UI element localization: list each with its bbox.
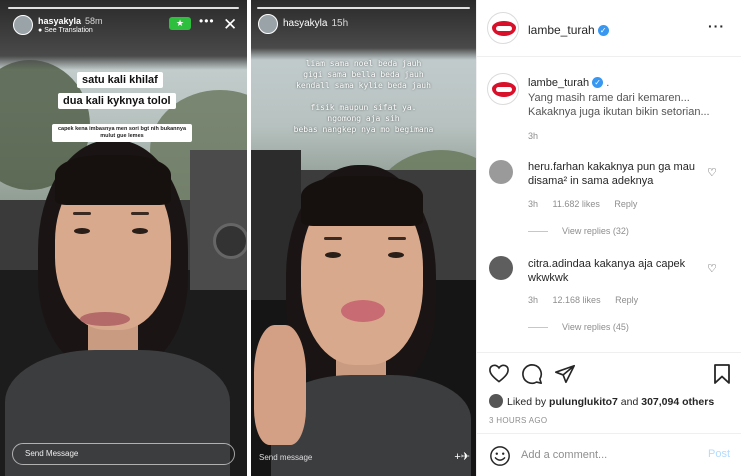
comment-time[interactable]: 3h — [528, 199, 538, 209]
comment-time[interactable]: 3h — [528, 295, 538, 305]
caption-text: Yang masih rame dari kemaren... Kakaknya… — [528, 92, 710, 118]
more-options-icon[interactable]: ··· — [708, 18, 725, 34]
send-message-input[interactable]: Send Message — [12, 443, 235, 465]
comment: citra.adindaa kakanya aja capek wkwkwk — [528, 257, 703, 285]
heart-icon[interactable] — [488, 363, 510, 383]
story-progress-bar-2 — [257, 7, 470, 9]
story-avatar — [13, 15, 33, 35]
reply-button[interactable]: Reply — [614, 199, 637, 209]
send-icon[interactable]: +✈ — [454, 450, 470, 463]
see-translation-link[interactable]: ● See Translation — [38, 27, 93, 34]
commenter-avatar[interactable] — [489, 256, 513, 280]
verified-badge-icon: ✓ — [592, 77, 604, 88]
hand-gesture — [254, 325, 306, 445]
liked-by-prefix: Liked by — [507, 396, 547, 408]
story-text-line: fisik maupun sifat ya. — [310, 103, 417, 112]
liked-by: Liked by pulunglukito7 and 307,094 other… — [489, 394, 714, 408]
story-small-text: capek kena imbasnya men sori bgt nih buk… — [52, 124, 192, 142]
comment-like-heart-icon[interactable]: ♡ — [707, 262, 717, 275]
view-replies-label: View replies (45) — [562, 322, 629, 332]
smiley-icon[interactable] — [489, 445, 511, 467]
story-time: 58m — [85, 16, 103, 26]
comment-likes[interactable]: 12.168 likes — [553, 295, 601, 305]
verified-badge-icon: ✓ — [597, 25, 609, 36]
story-text-line1: satu kali khilaf — [77, 72, 163, 88]
story-text-block: liam sama noel beda jauh gigi sama bella… — [251, 58, 476, 135]
reply-button[interactable]: Reply — [615, 295, 638, 305]
story-screenshot-left: hasyakyla 58m ● See Translation ★ ••• ✕ s… — [0, 0, 247, 476]
post-actions: Liked by pulunglukito7 and 307,094 other… — [477, 352, 741, 476]
share-icon[interactable] — [554, 363, 576, 385]
story-text-line2: dua kali kyknya tolol — [58, 93, 176, 109]
dial-control — [213, 223, 247, 259]
liked-by-user[interactable]: pulunglukito7 — [549, 396, 618, 408]
caption-author-avatar[interactable] — [487, 73, 519, 105]
story-text-line: liam sama noel beda jauh — [305, 59, 422, 68]
story-text-line: gigi sama bella beda jauh — [303, 70, 424, 79]
comment-username[interactable]: heru.farhan — [528, 161, 584, 173]
close-friends-star-icon[interactable]: ★ — [169, 17, 191, 30]
comment-like-heart-icon[interactable]: ♡ — [707, 166, 717, 179]
see-translation-label: See Translation — [44, 27, 93, 34]
caption-username[interactable]: lambe_turah — [528, 77, 589, 89]
liked-by-count[interactable]: 307,094 others — [641, 396, 714, 408]
comment: heru.farhan kakaknya pun ga mau disama² … — [528, 160, 703, 188]
liker-avatar — [489, 394, 503, 408]
author-avatar[interactable] — [487, 12, 519, 44]
comment-icon[interactable] — [521, 363, 543, 385]
view-replies-button[interactable]: View replies (45) — [528, 322, 629, 332]
story-avatar-2 — [258, 14, 278, 34]
post-caption: lambe_turah ✓ . Yang masih rame dari kema… — [528, 76, 736, 143]
story-progress-bar — [8, 7, 239, 9]
post-time-ago[interactable]: 3 HOURS AGO — [489, 416, 547, 425]
story-screenshot-right: hasyakyla 15h liam sama noel beda jauh gi… — [251, 0, 476, 476]
author-username[interactable]: lambe_turah — [528, 23, 595, 37]
post-header: lambe_turah ✓ ··· — [477, 0, 741, 57]
view-replies-button[interactable]: View replies (32) — [528, 226, 629, 236]
more-options-icon[interactable]: ••• — [199, 14, 215, 28]
add-comment-row: Post — [477, 433, 741, 476]
comment-username[interactable]: citra.adindaa — [528, 258, 591, 270]
story-username-2[interactable]: hasyakyla — [283, 18, 327, 29]
commenter-avatar[interactable] — [489, 160, 513, 184]
comment-meta: 3h 11.682 likes Reply — [528, 199, 649, 209]
post-sidebar: lambe_turah ✓ ··· lambe_turah ✓ . Yang mas… — [476, 0, 741, 476]
story-text-line: ngomong aja sih — [327, 114, 400, 123]
send-message-input-2[interactable]: Send message — [259, 453, 312, 462]
story-text-line: kendall sama kylie beda jauh — [296, 81, 431, 90]
comment-likes[interactable]: 11.682 likes — [553, 199, 600, 209]
comment-meta: 3h 12.168 likes Reply — [528, 295, 650, 305]
story-time-2: 15h — [331, 18, 349, 29]
caption-time[interactable]: 3h — [528, 129, 736, 143]
story-username[interactable]: hasyakyla — [38, 16, 81, 26]
view-replies-label: View replies (32) — [562, 226, 629, 236]
post-comment-button[interactable]: Post — [708, 448, 730, 460]
add-comment-input[interactable] — [521, 449, 691, 461]
close-icon[interactable]: ✕ — [223, 16, 237, 33]
bookmark-icon[interactable] — [713, 363, 731, 385]
story-text-line: bebas nangkep nya mo begimana — [293, 125, 434, 134]
liked-by-and: and — [620, 396, 639, 408]
post-media[interactable]: hasyakyla 58m ● See Translation ★ ••• ✕ s… — [0, 0, 476, 476]
